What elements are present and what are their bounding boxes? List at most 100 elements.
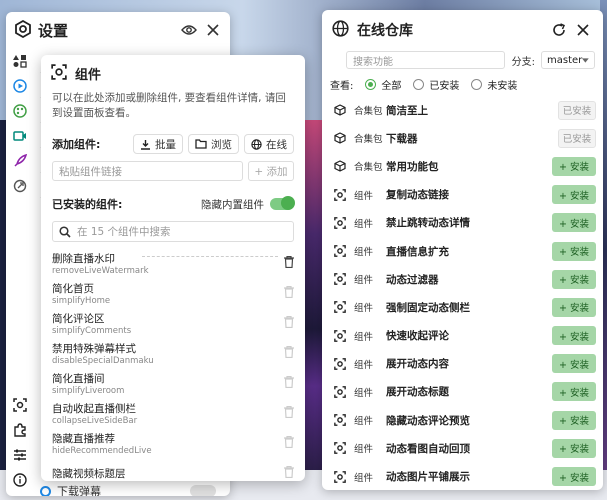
- component-list-item[interactable]: 自动收起直播侧栏 collapseLiveSideBar: [52, 398, 294, 428]
- component-list-item[interactable]: 简化直播间 simplifyLiveroom: [52, 368, 294, 398]
- item-indicator-icon: [40, 485, 51, 496]
- branch-select[interactable]: master: [541, 51, 595, 69]
- components-title: 组件: [75, 67, 102, 83]
- delete-icon[interactable]: [284, 286, 294, 298]
- store-item-row[interactable]: 组件 禁止跳转动态详情 + 安装: [322, 209, 603, 237]
- install-button[interactable]: + 安装: [552, 438, 596, 458]
- store-item-row[interactable]: 组件 直播信息扩充 + 安装: [322, 237, 603, 265]
- item-type: 合集包: [354, 134, 383, 146]
- component-id: collapseLiveSideBar: [52, 415, 138, 426]
- store-item-row[interactable]: 合集包 简洁至上 已安装: [322, 96, 603, 124]
- feeds-category-icon[interactable]: [6, 148, 34, 173]
- component-list-item[interactable]: 简化评论区 simplifyComments: [52, 308, 294, 338]
- store-item-row[interactable]: 组件 强制固定动态侧栏 + 安装: [322, 293, 603, 321]
- branch-value: master: [547, 54, 583, 66]
- folder-icon: [195, 139, 207, 149]
- install-button[interactable]: + 安装: [552, 185, 596, 205]
- filter-not-installed-label[interactable]: 未安装: [487, 77, 517, 92]
- delete-icon[interactable]: [284, 466, 294, 478]
- component-link-input[interactable]: 粘贴组件链接: [52, 161, 243, 181]
- install-button[interactable]: + 安装: [552, 241, 596, 261]
- component-list-item[interactable]: 隐藏视频标题层: [52, 458, 294, 481]
- store-item-row[interactable]: 合集包 下载器 已安装: [322, 124, 603, 152]
- category-all-icon[interactable]: [6, 48, 34, 73]
- component-list-item[interactable]: 简化首页 simplifyHome: [52, 278, 294, 308]
- install-button[interactable]: + 安装: [552, 467, 596, 487]
- plugin-icon[interactable]: [6, 417, 34, 442]
- delete-icon[interactable]: [284, 346, 294, 358]
- eye-icon[interactable]: [180, 21, 198, 39]
- item-type: 组件: [354, 359, 374, 371]
- video-category-icon[interactable]: [6, 73, 34, 98]
- info-icon[interactable]: [6, 467, 34, 492]
- online-button[interactable]: 在线: [244, 134, 294, 154]
- store-item-row[interactable]: 组件 复制动态链接 + 安装: [322, 181, 603, 209]
- browse-button[interactable]: 浏览: [188, 134, 239, 154]
- delete-icon[interactable]: [284, 256, 294, 268]
- store-item-row[interactable]: 组件 展开动态标题 + 安装: [322, 378, 603, 406]
- component-list-item[interactable]: 隐藏直播推荐 hideRecommendedLive: [52, 428, 294, 458]
- filter-all-radio[interactable]: [365, 78, 377, 90]
- batch-button[interactable]: 批量: [133, 134, 183, 154]
- install-button[interactable]: + 安装: [552, 213, 596, 233]
- item-name: 常用功能包: [386, 160, 439, 173]
- close-icon[interactable]: [204, 21, 222, 39]
- delete-icon[interactable]: [284, 406, 294, 418]
- add-link-button[interactable]: + 添加: [248, 161, 294, 181]
- install-button[interactable]: + 安装: [552, 156, 596, 176]
- install-button[interactable]: + 安装: [552, 410, 596, 430]
- component-icon: [332, 217, 348, 229]
- store-item-row[interactable]: 合集包 常用功能包 + 安装: [322, 152, 603, 180]
- delete-icon[interactable]: [284, 316, 294, 328]
- filter-installed-radio[interactable]: [413, 78, 425, 90]
- store-search-row: 搜索功能 分支: master: [322, 50, 603, 70]
- hide-builtin-label: 隐藏内置组件: [201, 198, 264, 211]
- item-type: 组件: [354, 416, 374, 428]
- browse-label: 浏览: [211, 138, 232, 151]
- install-button[interactable]: + 安装: [552, 297, 596, 317]
- filter-installed-label[interactable]: 已安装: [429, 77, 459, 92]
- store-item-list: 合集包 简洁至上 已安装 合集包 下载器 已安装 合集包 常用功能包 + 安装 组件 复制动态链接 +…: [322, 96, 603, 490]
- store-item-row[interactable]: 组件 隐藏动态评论预览 + 安装: [322, 406, 603, 434]
- install-button[interactable]: + 安装: [552, 354, 596, 374]
- install-button[interactable]: + 安装: [552, 382, 596, 402]
- item-name: 直播信息扩充: [386, 245, 449, 258]
- component-list-item[interactable]: 删除直播水印 removeLiveWatermark: [52, 248, 294, 278]
- component-icon: [51, 63, 67, 83]
- item-name: 隐藏动态评论预览: [386, 414, 470, 427]
- view-filter-row: 查看: 全部 已安装 未安装: [322, 74, 603, 94]
- component-search-input[interactable]: 在 15 个组件中搜索: [52, 221, 294, 242]
- item-type: 组件: [354, 444, 374, 456]
- component-id: simplifyHome: [52, 295, 111, 306]
- store-item-row[interactable]: 组件 展开动态内容 + 安装: [322, 350, 603, 378]
- settings-item-toggle[interactable]: [190, 485, 216, 496]
- components-header: 组件: [41, 55, 305, 91]
- component-icon[interactable]: [6, 392, 34, 417]
- hide-builtin-toggle[interactable]: [270, 196, 295, 210]
- install-button[interactable]: + 安装: [552, 269, 596, 289]
- item-type: 合集包: [354, 162, 383, 174]
- component-id: disableSpecialDanmaku: [52, 355, 154, 366]
- item-name: 展开动态内容: [386, 358, 449, 371]
- tune-icon[interactable]: [6, 442, 34, 467]
- install-button[interactable]: + 安装: [552, 326, 596, 346]
- divider: [142, 256, 278, 257]
- item-type: 合集包: [354, 106, 383, 118]
- store-search-input[interactable]: 搜索功能: [346, 51, 505, 69]
- style-category-icon[interactable]: [6, 98, 34, 123]
- settings-list-item[interactable]: 下载弹幕: [40, 482, 230, 496]
- store-item-row[interactable]: 组件 动态图片平铺展示 + 安装: [322, 462, 603, 490]
- filter-all-label[interactable]: 全部: [381, 77, 401, 92]
- component-list-item[interactable]: 禁用特殊弹幕样式 disableSpecialDanmaku: [52, 338, 294, 368]
- utility-category-icon[interactable]: [6, 173, 34, 198]
- close-icon[interactable]: [573, 20, 593, 40]
- live-category-icon[interactable]: [6, 123, 34, 148]
- refresh-icon[interactable]: [549, 20, 569, 40]
- delete-icon[interactable]: [284, 376, 294, 388]
- store-item-row[interactable]: 组件 快速收起评论 + 安装: [322, 322, 603, 350]
- store-item-row[interactable]: 组件 动态过滤器 + 安装: [322, 265, 603, 293]
- delete-icon[interactable]: [284, 436, 294, 448]
- filter-not-installed-radio[interactable]: [471, 78, 483, 90]
- add-component-row: 添加组件: 批量 浏览 在线: [41, 127, 305, 157]
- store-item-row[interactable]: 组件 动态看图自动回顶 + 安装: [322, 434, 603, 462]
